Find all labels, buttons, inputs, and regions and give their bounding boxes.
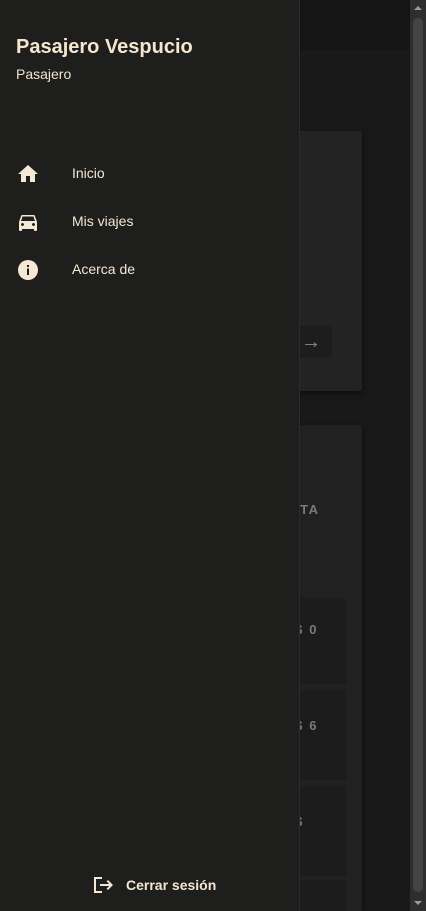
user-name: Pasajero Vespucio [16, 36, 193, 58]
logout-icon [94, 877, 113, 893]
user-role: Pasajero [16, 66, 72, 82]
scroll-down-arrow-icon[interactable] [412, 897, 424, 909]
logout-label: Cerrar sesión [126, 877, 217, 893]
navigation-drawer: Pasajero Vespucio Pasajero Inicio Mis vi… [0, 0, 300, 911]
nav-item-label: Mis viajes [72, 213, 134, 229]
home-icon [18, 165, 38, 182]
nav-item-label: Inicio [72, 165, 105, 181]
nav-item-inicio[interactable]: Inicio [0, 150, 299, 198]
arrow-right-icon: → [301, 331, 321, 353]
scrollbar-thumb[interactable] [413, 18, 423, 892]
logout-button[interactable]: Cerrar sesión [90, 872, 230, 898]
scroll-up-arrow-icon[interactable] [412, 2, 424, 14]
nav-item-mis-viajes[interactable]: Mis viajes [0, 198, 299, 246]
car-icon [19, 215, 37, 231]
info-icon [18, 260, 38, 280]
nav-item-acerca-de[interactable]: Acerca de [0, 246, 299, 294]
nav-item-label: Acerca de [72, 261, 136, 277]
